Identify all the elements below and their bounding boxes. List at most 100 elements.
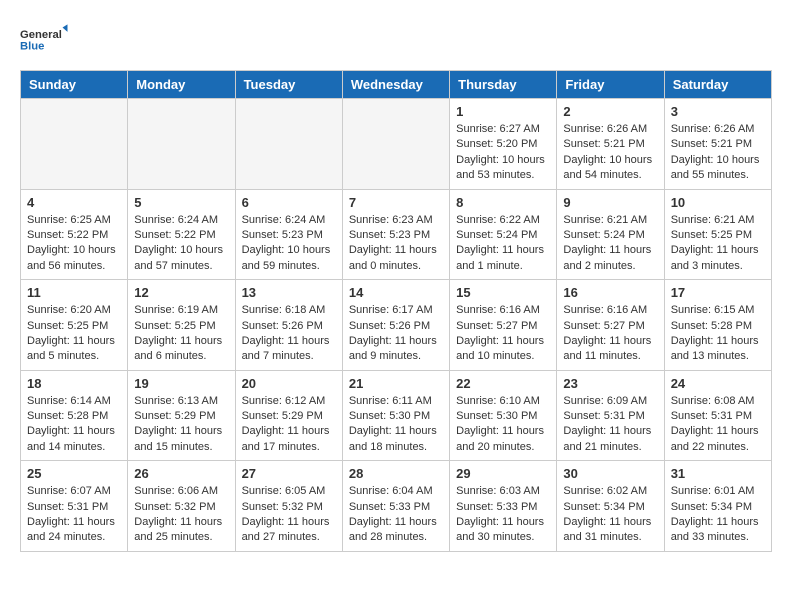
column-header-thursday: Thursday [450,71,557,99]
day-number: 18 [27,376,121,391]
day-number: 27 [242,466,336,481]
column-header-saturday: Saturday [664,71,771,99]
cell-content: Sunrise: 6:03 AM Sunset: 5:33 PM Dayligh… [456,484,550,546]
cell-content: Sunrise: 6:02 AM Sunset: 5:34 PM Dayligh… [563,484,657,546]
sunset-text: Sunset: 5:21 PM [671,138,752,150]
sunrise-text: Sunrise: 6:15 AM [671,304,755,316]
day-number: 11 [27,285,121,300]
sunrise-text: Sunrise: 6:27 AM [456,123,540,135]
sunrise-text: Sunrise: 6:20 AM [27,304,111,316]
sunrise-text: Sunrise: 6:05 AM [242,485,326,497]
calendar-week-1: 1 Sunrise: 6:27 AM Sunset: 5:20 PM Dayli… [21,99,772,190]
calendar-cell: 11 Sunrise: 6:20 AM Sunset: 5:25 PM Dayl… [21,280,128,371]
day-number: 1 [456,104,550,119]
daylight-text: Daylight: 10 hours and 56 minutes. [27,244,116,271]
calendar-cell: 14 Sunrise: 6:17 AM Sunset: 5:26 PM Dayl… [342,280,449,371]
cell-content: Sunrise: 6:05 AM Sunset: 5:32 PM Dayligh… [242,484,336,546]
calendar-cell [21,99,128,190]
daylight-text: Daylight: 11 hours and 6 minutes. [134,335,222,362]
sunset-text: Sunset: 5:24 PM [563,229,644,241]
daylight-text: Daylight: 11 hours and 7 minutes. [242,335,330,362]
cell-content: Sunrise: 6:21 AM Sunset: 5:25 PM Dayligh… [671,213,765,275]
sunrise-text: Sunrise: 6:01 AM [671,485,755,497]
sunrise-text: Sunrise: 6:12 AM [242,395,326,407]
daylight-text: Daylight: 11 hours and 27 minutes. [242,516,330,543]
cell-content: Sunrise: 6:26 AM Sunset: 5:21 PM Dayligh… [671,122,765,184]
day-number: 20 [242,376,336,391]
calendar-cell [235,99,342,190]
sunset-text: Sunset: 5:26 PM [349,320,430,332]
calendar-week-2: 4 Sunrise: 6:25 AM Sunset: 5:22 PM Dayli… [21,189,772,280]
day-number: 14 [349,285,443,300]
sunrise-text: Sunrise: 6:09 AM [563,395,647,407]
calendar-cell: 20 Sunrise: 6:12 AM Sunset: 5:29 PM Dayl… [235,370,342,461]
day-number: 9 [563,195,657,210]
sunrise-text: Sunrise: 6:08 AM [671,395,755,407]
calendar-cell: 3 Sunrise: 6:26 AM Sunset: 5:21 PM Dayli… [664,99,771,190]
day-number: 17 [671,285,765,300]
daylight-text: Daylight: 11 hours and 33 minutes. [671,516,759,543]
cell-content: Sunrise: 6:20 AM Sunset: 5:25 PM Dayligh… [27,303,121,365]
sunrise-text: Sunrise: 6:21 AM [671,214,755,226]
sunset-text: Sunset: 5:28 PM [671,320,752,332]
sunset-text: Sunset: 5:30 PM [456,410,537,422]
day-number: 23 [563,376,657,391]
daylight-text: Daylight: 10 hours and 54 minutes. [563,154,652,181]
cell-content: Sunrise: 6:11 AM Sunset: 5:30 PM Dayligh… [349,394,443,456]
calendar-cell: 10 Sunrise: 6:21 AM Sunset: 5:25 PM Dayl… [664,189,771,280]
sunrise-text: Sunrise: 6:26 AM [671,123,755,135]
day-number: 21 [349,376,443,391]
sunset-text: Sunset: 5:23 PM [349,229,430,241]
daylight-text: Daylight: 11 hours and 10 minutes. [456,335,544,362]
day-number: 26 [134,466,228,481]
daylight-text: Daylight: 10 hours and 57 minutes. [134,244,223,271]
day-number: 8 [456,195,550,210]
cell-content: Sunrise: 6:15 AM Sunset: 5:28 PM Dayligh… [671,303,765,365]
cell-content: Sunrise: 6:19 AM Sunset: 5:25 PM Dayligh… [134,303,228,365]
cell-content: Sunrise: 6:04 AM Sunset: 5:33 PM Dayligh… [349,484,443,546]
sunrise-text: Sunrise: 6:13 AM [134,395,218,407]
logo: General Blue [20,20,70,60]
daylight-text: Daylight: 11 hours and 13 minutes. [671,335,759,362]
column-header-friday: Friday [557,71,664,99]
sunset-text: Sunset: 5:24 PM [456,229,537,241]
calendar-cell [128,99,235,190]
calendar-cell: 30 Sunrise: 6:02 AM Sunset: 5:34 PM Dayl… [557,461,664,552]
cell-content: Sunrise: 6:25 AM Sunset: 5:22 PM Dayligh… [27,213,121,275]
calendar-cell: 9 Sunrise: 6:21 AM Sunset: 5:24 PM Dayli… [557,189,664,280]
sunrise-text: Sunrise: 6:22 AM [456,214,540,226]
sunrise-text: Sunrise: 6:25 AM [27,214,111,226]
cell-content: Sunrise: 6:24 AM Sunset: 5:23 PM Dayligh… [242,213,336,275]
sunset-text: Sunset: 5:22 PM [134,229,215,241]
sunrise-text: Sunrise: 6:24 AM [242,214,326,226]
sunset-text: Sunset: 5:25 PM [671,229,752,241]
sunset-text: Sunset: 5:32 PM [242,501,323,513]
day-number: 24 [671,376,765,391]
calendar-cell: 25 Sunrise: 6:07 AM Sunset: 5:31 PM Dayl… [21,461,128,552]
cell-content: Sunrise: 6:23 AM Sunset: 5:23 PM Dayligh… [349,213,443,275]
daylight-text: Daylight: 11 hours and 1 minute. [456,244,544,271]
calendar-table: SundayMondayTuesdayWednesdayThursdayFrid… [20,70,772,552]
sunset-text: Sunset: 5:23 PM [242,229,323,241]
sunset-text: Sunset: 5:31 PM [27,501,108,513]
daylight-text: Daylight: 11 hours and 0 minutes. [349,244,437,271]
calendar-cell: 31 Sunrise: 6:01 AM Sunset: 5:34 PM Dayl… [664,461,771,552]
calendar-cell: 5 Sunrise: 6:24 AM Sunset: 5:22 PM Dayli… [128,189,235,280]
cell-content: Sunrise: 6:18 AM Sunset: 5:26 PM Dayligh… [242,303,336,365]
day-number: 15 [456,285,550,300]
sunrise-text: Sunrise: 6:11 AM [349,395,432,407]
day-number: 22 [456,376,550,391]
calendar-cell: 12 Sunrise: 6:19 AM Sunset: 5:25 PM Dayl… [128,280,235,371]
sunset-text: Sunset: 5:27 PM [456,320,537,332]
sunrise-text: Sunrise: 6:16 AM [563,304,647,316]
calendar-header-row: SundayMondayTuesdayWednesdayThursdayFrid… [21,71,772,99]
day-number: 10 [671,195,765,210]
daylight-text: Daylight: 11 hours and 3 minutes. [671,244,759,271]
sunset-text: Sunset: 5:29 PM [134,410,215,422]
day-number: 28 [349,466,443,481]
calendar-cell: 17 Sunrise: 6:15 AM Sunset: 5:28 PM Dayl… [664,280,771,371]
header: General Blue [20,20,772,60]
calendar-cell: 7 Sunrise: 6:23 AM Sunset: 5:23 PM Dayli… [342,189,449,280]
sunset-text: Sunset: 5:21 PM [563,138,644,150]
day-number: 4 [27,195,121,210]
